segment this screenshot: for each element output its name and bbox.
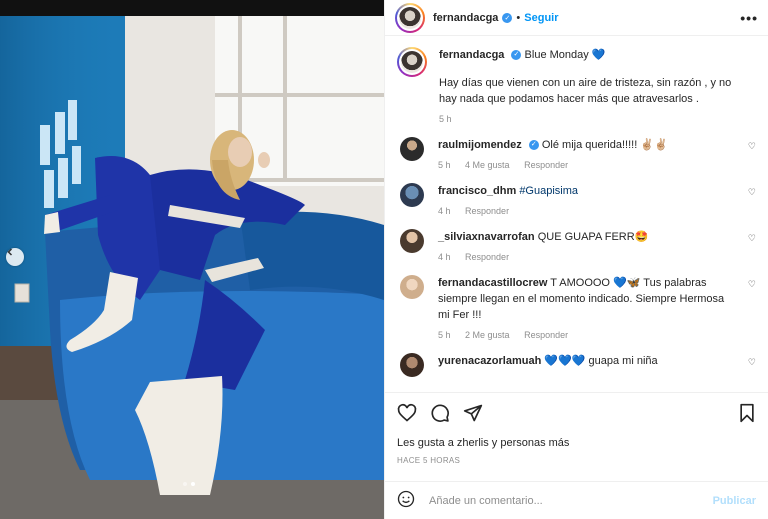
carousel-prev-button[interactable] (6, 248, 24, 266)
caption-avatar[interactable] (397, 47, 427, 77)
post-timestamp[interactable]: HACE 5 HORAS (397, 456, 756, 465)
verified-badge-icon: ✓ (502, 12, 513, 23)
reply-button[interactable]: Responder (524, 160, 568, 170)
comment-input[interactable]: Añade un comentario... (429, 495, 713, 507)
caption-title: Blue Monday (524, 49, 589, 61)
comment-time[interactable]: 5 h (438, 160, 451, 170)
comment-username[interactable]: _silviaxnavarrofan (438, 231, 535, 243)
comment-bubble-icon[interactable] (430, 403, 450, 423)
comment-username[interactable]: fernandacastillocrew (438, 277, 547, 289)
commenter-avatar[interactable] (400, 353, 424, 377)
heart-icon[interactable]: ♡ (748, 141, 756, 152)
emoji-smiley-icon[interactable] (397, 490, 415, 511)
comment-item: raulmijomendez ✓ Olé mija querida!!!!! ✌… (397, 137, 756, 173)
comment-likes[interactable]: 2 Me gusta (465, 330, 510, 340)
likes-summary[interactable]: Les gusta a zherlis y personas más (397, 437, 756, 449)
comments-list[interactable]: fernandacga ✓ Blue Monday 💙 Hay días que… (385, 37, 768, 392)
photo-image (0, 0, 384, 519)
reply-button[interactable]: Responder (465, 206, 509, 216)
comment-username[interactable]: francisco_dhm (438, 185, 516, 197)
post-side-panel: fernandacga ✓ • Seguir ••• fernandacga ✓… (384, 0, 768, 519)
commenter-avatar[interactable] (400, 183, 424, 207)
author-username[interactable]: fernandacga (433, 12, 498, 24)
commenter-avatar[interactable] (400, 229, 424, 253)
follow-button[interactable]: Seguir (524, 12, 558, 24)
carousel-dot (183, 482, 187, 486)
comment-composer: Añade un comentario... Publicar (385, 481, 768, 519)
caption-username[interactable]: fernandacga (439, 49, 504, 61)
post-caption: fernandacga ✓ Blue Monday 💙 Hay días que… (397, 47, 756, 127)
commenter-avatar[interactable] (400, 137, 424, 161)
comment-time[interactable]: 4 h (438, 252, 451, 262)
author-avatar[interactable] (395, 2, 425, 33)
comment-item: fernandacastillocrew T AMOOOO 💙🦋 Tus pal… (397, 275, 756, 343)
comment-likes[interactable]: 4 Me gusta (465, 160, 510, 170)
comment-item: yurenacazorlamuah 💙💙💙 guapa mi niña ♡ (397, 353, 756, 377)
carousel-dot-active (191, 482, 195, 486)
bookmark-icon[interactable] (738, 403, 756, 423)
blue-heart-emoji: 💙 (591, 49, 606, 61)
heart-icon[interactable]: ♡ (748, 357, 756, 368)
comment-item: francisco_dhm #Guapisima 4 h Responder ♡ (397, 183, 756, 219)
comment-hashtag[interactable]: #Guapisima (519, 185, 578, 197)
heart-icon[interactable]: ♡ (748, 279, 756, 290)
more-horizontal-icon[interactable]: ••• (740, 10, 758, 26)
comment-username[interactable]: raulmijomendez (438, 139, 522, 151)
comment-time[interactable]: 4 h (438, 206, 451, 216)
comment-time[interactable]: 5 h (438, 330, 451, 340)
heart-icon[interactable]: ♡ (748, 187, 756, 198)
share-paper-plane-icon[interactable] (463, 403, 483, 423)
comment-text: Olé mija querida!!!!! ✌🏼✌🏼 (541, 139, 668, 151)
carousel-indicator (183, 482, 195, 486)
post-photo[interactable] (0, 0, 384, 519)
reply-button[interactable]: Responder (524, 330, 568, 340)
verified-badge-icon: ✓ (528, 140, 539, 151)
chevron-left-icon (7, 248, 13, 256)
post-header: fernandacga ✓ • Seguir ••• (385, 0, 768, 36)
commenter-avatar[interactable] (400, 275, 424, 299)
caption-time[interactable]: 5 h (439, 114, 452, 124)
comment-text: 💙💙💙 guapa mi niña (544, 355, 658, 367)
comment-text: QUE GUAPA FERR🤩 (537, 231, 649, 243)
comment-username[interactable]: yurenacazorlamuah (438, 355, 541, 367)
verified-badge-icon: ✓ (511, 50, 522, 61)
publish-button[interactable]: Publicar (713, 495, 756, 507)
comment-item: _silviaxnavarrofan QUE GUAPA FERR🤩 4 h R… (397, 229, 756, 265)
caption-text: Hay días que vienen con un aire de trist… (439, 77, 732, 105)
heart-icon[interactable]: ♡ (748, 233, 756, 244)
reply-button[interactable]: Responder (465, 252, 509, 262)
separator-dot: • (516, 11, 521, 24)
action-bar: Les gusta a zherlis y personas más HACE … (385, 392, 768, 465)
like-heart-icon[interactable] (397, 403, 417, 423)
